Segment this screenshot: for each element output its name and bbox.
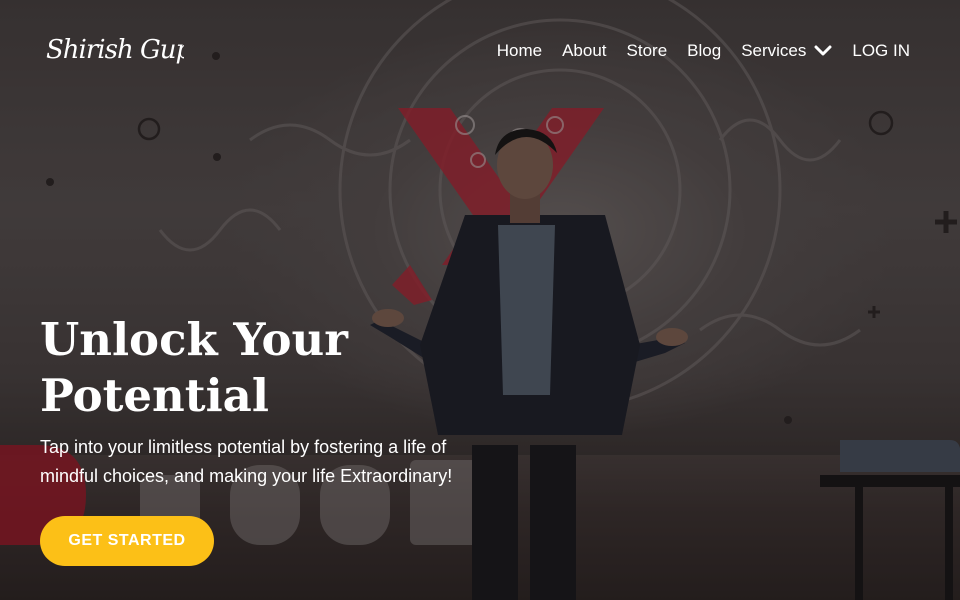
svg-text:Shirish Gupta: Shirish Gupta — [46, 35, 184, 65]
hero-subtitle: Tap into your limitless potential by fos… — [40, 433, 470, 491]
hero-section: Shirish Gupta Home About Store Blog Serv… — [0, 0, 960, 600]
nav-blog-link[interactable]: Blog — [687, 39, 721, 63]
hero-title-line1: Unlock Your — [40, 313, 348, 366]
main-nav: Home About Store Blog Services LOG IN — [497, 39, 910, 63]
nav-services-label: Services — [741, 41, 807, 60]
chevron-down-icon — [814, 45, 832, 56]
hero-title-line2: Potential — [40, 369, 269, 422]
nav-login-link[interactable]: LOG IN — [852, 39, 910, 63]
nav-home-link[interactable]: Home — [497, 39, 542, 63]
top-navigation-bar: Shirish Gupta Home About Store Blog Serv… — [0, 0, 960, 100]
nav-about-link[interactable]: About — [562, 39, 606, 63]
hero-subtitle-line2: mindful choices, and making your life Ex… — [40, 466, 453, 486]
nav-store-link[interactable]: Store — [627, 39, 668, 63]
site-logo[interactable]: Shirish Gupta — [44, 28, 184, 72]
nav-services-dropdown[interactable]: Services — [741, 39, 832, 63]
hero-subtitle-line1: Tap into your limitless potential by fos… — [40, 437, 447, 457]
hero-title: Unlock Your Potential — [40, 312, 460, 424]
get-started-button[interactable]: GET STARTED — [40, 516, 214, 566]
